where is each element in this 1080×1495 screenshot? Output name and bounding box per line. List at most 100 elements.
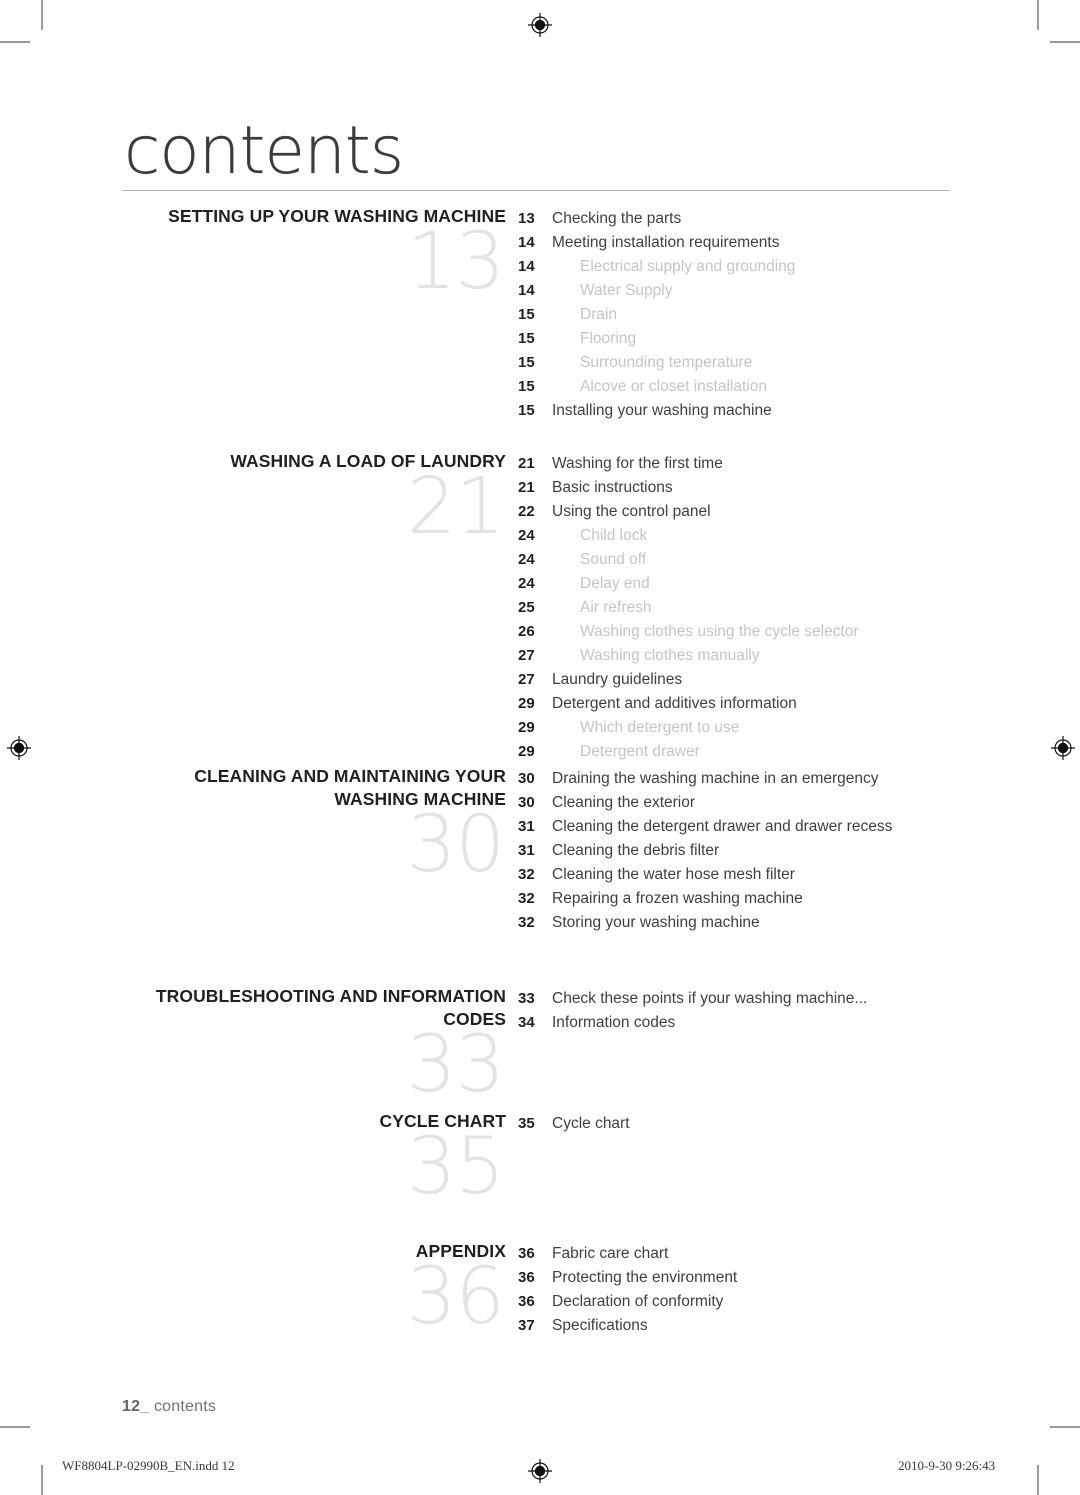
toc-entry-label: Protecting the environment [552, 1269, 738, 1286]
crop-mark-bottom-right-vertical [1037, 1465, 1039, 1495]
toc-entry-label: Washing clothes manually [580, 647, 760, 664]
crop-mark-top-left-vertical [41, 0, 43, 30]
toc-entry-page-number: 24 [518, 551, 535, 568]
toc-entry-page-number: 36 [518, 1269, 535, 1286]
toc-entry-page-number: 29 [518, 743, 535, 760]
toc-entry[interactable]: 21 Basic instructions [518, 476, 950, 500]
toc-entry[interactable]: 21 Washing for the first time [518, 452, 950, 476]
toc-entry[interactable]: 32 Storing your washing machine [518, 911, 950, 935]
toc-entry[interactable]: 31 Cleaning the debris filter [518, 839, 950, 863]
toc-sub-entry[interactable]: 24 Delay end [518, 572, 950, 596]
toc-section: APPENDIX 36 36 Fabric care chart 36 Protectin… [122, 1240, 950, 1338]
toc-entry[interactable]: 36 Protecting the environment [518, 1266, 950, 1290]
toc-entry[interactable]: 32 Cleaning the water hose mesh filter [518, 863, 950, 887]
toc-entry[interactable]: 31 Cleaning the detergent drawer and draw… [518, 815, 950, 839]
toc-entry[interactable]: 36 Fabric care chart [518, 1242, 950, 1266]
toc-entry-label: Detergent drawer [580, 743, 700, 760]
toc-entry[interactable]: 13 Checking the parts [518, 207, 950, 231]
toc-entry[interactable]: 32 Repairing a frozen washing machine [518, 887, 950, 911]
toc-entry[interactable]: 30 Cleaning the exterior [518, 791, 950, 815]
crop-mark-top-right-horizontal [1050, 41, 1080, 43]
toc-entry-label: Air refresh [580, 599, 652, 616]
toc-entry-page-number: 24 [518, 575, 535, 592]
toc-entry-page-number: 27 [518, 671, 535, 688]
toc-entry-label: Electrical supply and grounding [580, 258, 796, 275]
page-title: contents [124, 112, 404, 189]
folio-label: contents [153, 1398, 217, 1415]
toc-section-header: TROUBLESHOOTING AND INFORMATION CODES 33 [122, 985, 518, 1104]
toc-entry[interactable]: 35 Cycle chart [518, 1112, 950, 1136]
toc-entry[interactable]: 30 Draining the washing machine in an eme… [518, 767, 950, 791]
toc-entry[interactable]: 36 Declaration of conformity [518, 1290, 950, 1314]
toc-entry-label: Detergent and additives information [552, 695, 797, 712]
toc-entry[interactable]: 22 Using the control panel [518, 500, 950, 524]
toc-entry[interactable]: 29 Detergent and additives information [518, 692, 950, 716]
toc-entry-page-number: 31 [518, 818, 535, 835]
toc-entry-label: Cleaning the exterior [552, 794, 696, 811]
toc-entry-label: Draining the washing machine in an emerg… [552, 770, 879, 787]
toc-entry-page-number: 14 [518, 282, 535, 299]
toc-entry[interactable]: 33 Check these points if your washing mac… [518, 987, 950, 1011]
registration-target-icon-top [528, 13, 552, 37]
toc-sub-entry[interactable]: 14 Water Supply [518, 279, 950, 303]
folio-separator: _ [140, 1398, 150, 1415]
toc-entry-label: Cycle chart [552, 1115, 630, 1132]
toc-entry-label: Repairing a frozen washing machine [552, 890, 803, 907]
toc-entry-label: Water Supply [580, 282, 673, 299]
toc-entry-label: Laundry guidelines [552, 671, 683, 688]
registration-target-icon-right [1051, 736, 1075, 760]
toc-entry-page-number: 32 [518, 914, 535, 931]
toc-entry-list: 13 Checking the parts 14 Meeting installati… [518, 205, 950, 423]
toc-entry[interactable]: 27 Laundry guidelines [518, 668, 950, 692]
registration-target-icon-bottom [528, 1459, 552, 1483]
toc-entry-page-number: 14 [518, 258, 535, 275]
toc-entry-page-number: 24 [518, 527, 535, 544]
toc-sub-entry[interactable]: 24 Sound off [518, 548, 950, 572]
crop-mark-bottom-right-horizontal [1050, 1426, 1080, 1428]
toc-entry-label: Washing clothes using the cycle selector [580, 623, 859, 640]
folio: 12_ contents [122, 1398, 216, 1416]
toc-entry[interactable]: 15 Installing your washing machine [518, 399, 950, 423]
toc-sub-entry[interactable]: 27 Washing clothes manually [518, 644, 950, 668]
toc-sub-entry[interactable]: 25 Air refresh [518, 596, 950, 620]
crop-mark-bottom-left-horizontal [0, 1426, 30, 1428]
toc-entry-page-number: 31 [518, 842, 535, 859]
toc-entry-label: Fabric care chart [552, 1245, 669, 1262]
toc-entry-list: 33 Check these points if your washing mac… [518, 985, 950, 1035]
toc-entry-label: Delay end [580, 575, 650, 592]
table-of-contents: SETTING UP YOUR WASHING MACHINE 13 13 Check… [122, 205, 950, 1385]
toc-entry-page-number: 15 [518, 306, 535, 323]
toc-sub-entry[interactable]: 26 Washing clothes using the cycle select… [518, 620, 950, 644]
toc-entry-label: Alcove or closet installation [580, 378, 767, 395]
toc-entry-page-number: 36 [518, 1293, 535, 1310]
toc-entry-list: 36 Fabric care chart 36 Protecting the envi… [518, 1240, 950, 1338]
toc-entry[interactable]: 34 Information codes [518, 1011, 950, 1035]
toc-entry-list: 21 Washing for the first time 21 Basic inst… [518, 450, 950, 764]
toc-sub-entry[interactable]: 24 Child lock [518, 524, 950, 548]
toc-section: WASHING A LOAD OF LAUNDRY 21 21 Washing for… [122, 450, 950, 764]
toc-sub-entry[interactable]: 29 Which detergent to use [518, 716, 950, 740]
toc-section-header: CYCLE CHART 35 [122, 1110, 518, 1206]
production-filename: WF8804LP-02990B_EN.indd 12 [62, 1458, 235, 1473]
toc-section-header: APPENDIX 36 [122, 1240, 518, 1336]
toc-sub-entry[interactable]: 14 Electrical supply and grounding [518, 255, 950, 279]
toc-sub-entry[interactable]: 29 Detergent drawer [518, 740, 950, 764]
toc-entry-label: Sound off [580, 551, 647, 568]
toc-entry-label: Cleaning the detergent drawer and drawer… [552, 818, 893, 835]
crop-mark-top-left-horizontal [0, 41, 30, 43]
toc-entry-label: Declaration of conformity [552, 1293, 724, 1310]
toc-entry-page-number: 15 [518, 402, 535, 419]
toc-entry-label: Information codes [552, 1014, 676, 1031]
toc-entry-label: Surrounding temperature [580, 354, 753, 371]
toc-sub-entry[interactable]: 15 Flooring [518, 327, 950, 351]
toc-entry-label: Cleaning the water hose mesh filter [552, 866, 795, 883]
toc-entry-page-number: 27 [518, 647, 535, 664]
toc-sub-entry[interactable]: 15 Drain [518, 303, 950, 327]
toc-sub-entry[interactable]: 15 Alcove or closet installation [518, 375, 950, 399]
toc-sub-entry[interactable]: 15 Surrounding temperature [518, 351, 950, 375]
toc-entry[interactable]: 37 Specifications [518, 1314, 950, 1338]
toc-entry[interactable]: 14 Meeting installation requirements [518, 231, 950, 255]
toc-entry-label: Installing your washing machine [552, 402, 772, 419]
crop-mark-top-right-vertical [1037, 0, 1039, 30]
toc-entry-page-number: 15 [518, 378, 535, 395]
